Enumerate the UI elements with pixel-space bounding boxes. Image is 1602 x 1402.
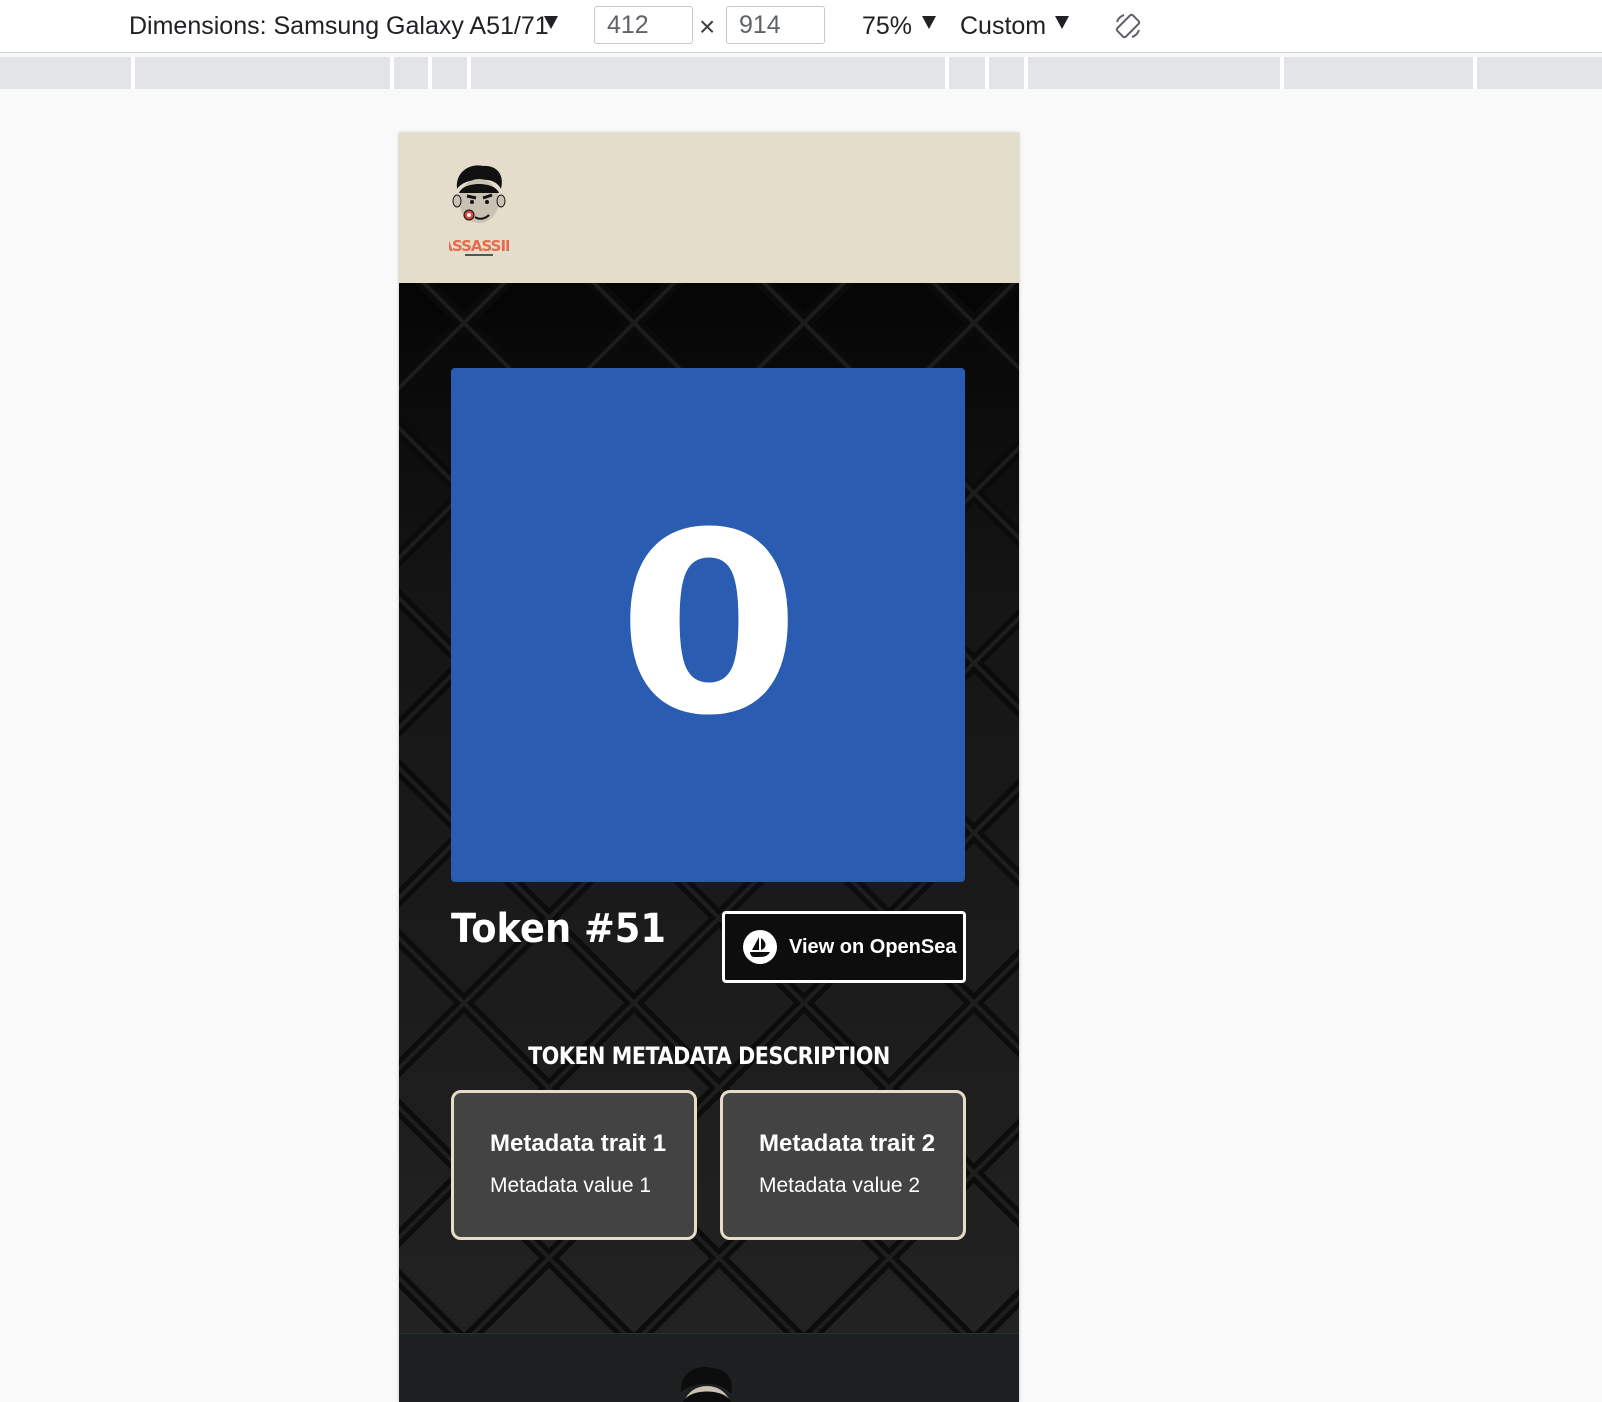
rotate-icon[interactable] bbox=[1113, 11, 1143, 41]
trait-value: Metadata value 1 bbox=[490, 1174, 652, 1197]
site-footer bbox=[399, 1333, 1019, 1402]
media-query-divider bbox=[1280, 57, 1284, 89]
zoom-chevron-down-icon[interactable] bbox=[922, 16, 936, 29]
media-query-divider bbox=[390, 57, 394, 89]
media-query-divider bbox=[985, 57, 989, 89]
token-image[interactable]: 0 bbox=[451, 368, 965, 882]
token-image-number: 0 bbox=[617, 479, 801, 770]
assassin-logo[interactable]: ASSASSIN bbox=[449, 163, 509, 259]
media-query-divider bbox=[1024, 57, 1028, 89]
zoom-dropdown[interactable]: 75% bbox=[862, 11, 912, 41]
media-query-bar[interactable] bbox=[0, 57, 1602, 89]
trait-value: Metadata value 2 bbox=[759, 1174, 921, 1197]
trait-name: Metadata trait 1 bbox=[490, 1130, 667, 1157]
trait-card: Metadata trait 2 Metadata value 2 bbox=[720, 1090, 966, 1240]
times-separator: × bbox=[699, 11, 716, 42]
trait-card: Metadata trait 1 Metadata value 1 bbox=[451, 1090, 697, 1240]
logo-wordmark: ASSASSIN bbox=[449, 237, 509, 255]
device-toolbar: Dimensions: Samsung Galaxy A51/71 × 75% … bbox=[0, 0, 1602, 53]
media-query-divider bbox=[945, 57, 949, 89]
dimensions-chevron-down-icon[interactable] bbox=[544, 16, 558, 29]
token-title: Token #51 bbox=[451, 906, 667, 952]
view-on-opensea-button[interactable]: View on OpenSea bbox=[722, 911, 966, 983]
media-query-divider bbox=[428, 57, 432, 89]
media-query-divider bbox=[1473, 57, 1477, 89]
media-query-divider bbox=[131, 57, 135, 89]
dimensions-dropdown[interactable]: Dimensions: Samsung Galaxy A51/71 bbox=[129, 11, 549, 41]
metadata-heading: TOKEN METADATA DESCRIPTION bbox=[528, 1042, 890, 1070]
site-header: ASSASSIN bbox=[399, 133, 1019, 283]
trait-name: Metadata trait 2 bbox=[759, 1130, 936, 1157]
footer-avatar-icon bbox=[680, 1367, 732, 1402]
throttle-dropdown[interactable]: Custom bbox=[960, 11, 1046, 41]
device-viewport: ASSASSIN 0 Token #51 View bbox=[399, 133, 1019, 1402]
throttle-chevron-down-icon[interactable] bbox=[1055, 16, 1069, 29]
media-query-divider bbox=[467, 57, 471, 89]
opensea-button-label: View on OpenSea bbox=[789, 935, 957, 958]
width-input[interactable] bbox=[594, 6, 693, 44]
token-section: 0 Token #51 View on OpenSea TOKEN METADA… bbox=[399, 283, 1019, 1333]
height-input[interactable] bbox=[726, 6, 825, 44]
opensea-icon bbox=[743, 930, 777, 964]
